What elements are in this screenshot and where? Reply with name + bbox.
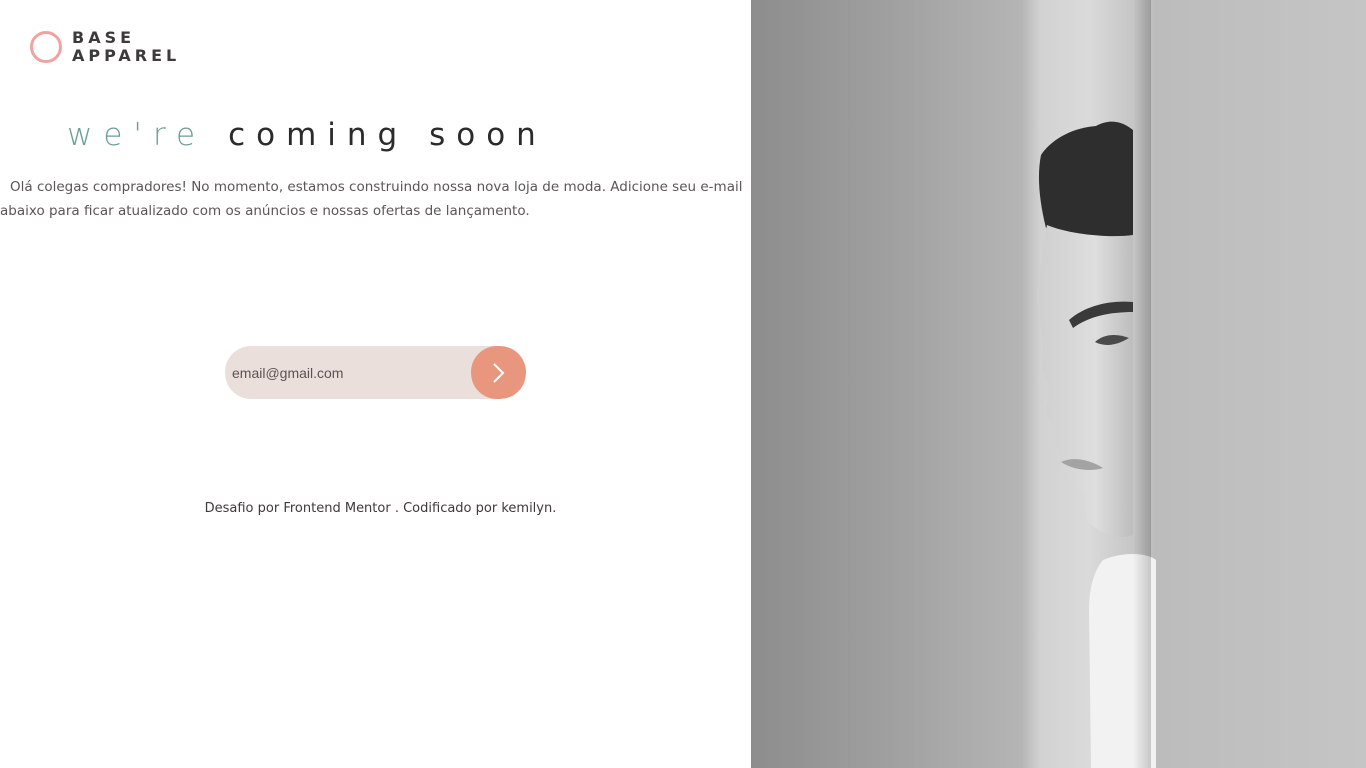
logo-ring-icon (30, 31, 62, 63)
brand-logo[interactable]: BASE APPAREL (30, 29, 180, 65)
email-form (225, 346, 526, 399)
title-dark: coming soon (228, 117, 547, 153)
description-line-2: abaixo para ficar atualizado com os anún… (0, 203, 530, 219)
hero-photo-illustration (1038, 0, 1156, 768)
brand-name: BASE APPAREL (72, 29, 180, 65)
brand-line-2: APPAREL (72, 46, 181, 65)
email-input[interactable] (225, 346, 471, 399)
author-link[interactable]: kemilyn (501, 501, 552, 516)
submit-button[interactable] (471, 346, 526, 399)
attribution-prefix: Desafio por (204, 501, 280, 516)
left-panel: BASE APPAREL we're coming soon Olá colega… (0, 0, 751, 768)
page-title: we're coming soon (67, 112, 747, 158)
title-light: we're (67, 117, 207, 153)
description: Olá colegas compradores! No momento, est… (0, 175, 743, 223)
attribution-middle: . Codificado por (394, 501, 498, 516)
attribution: Desafio por Frontend Mentor . Codificado… (0, 501, 761, 516)
brand-line-1: BASE (72, 28, 136, 47)
chevron-right-icon (492, 362, 504, 383)
frontend-mentor-link[interactable]: Frontend Mentor (283, 501, 390, 516)
attribution-suffix: . (552, 501, 557, 516)
page: BASE APPAREL we're coming soon Olá colega… (0, 0, 1366, 768)
hero-photo (751, 0, 1366, 768)
description-line-1: Olá colegas compradores! No momento, est… (10, 179, 743, 195)
